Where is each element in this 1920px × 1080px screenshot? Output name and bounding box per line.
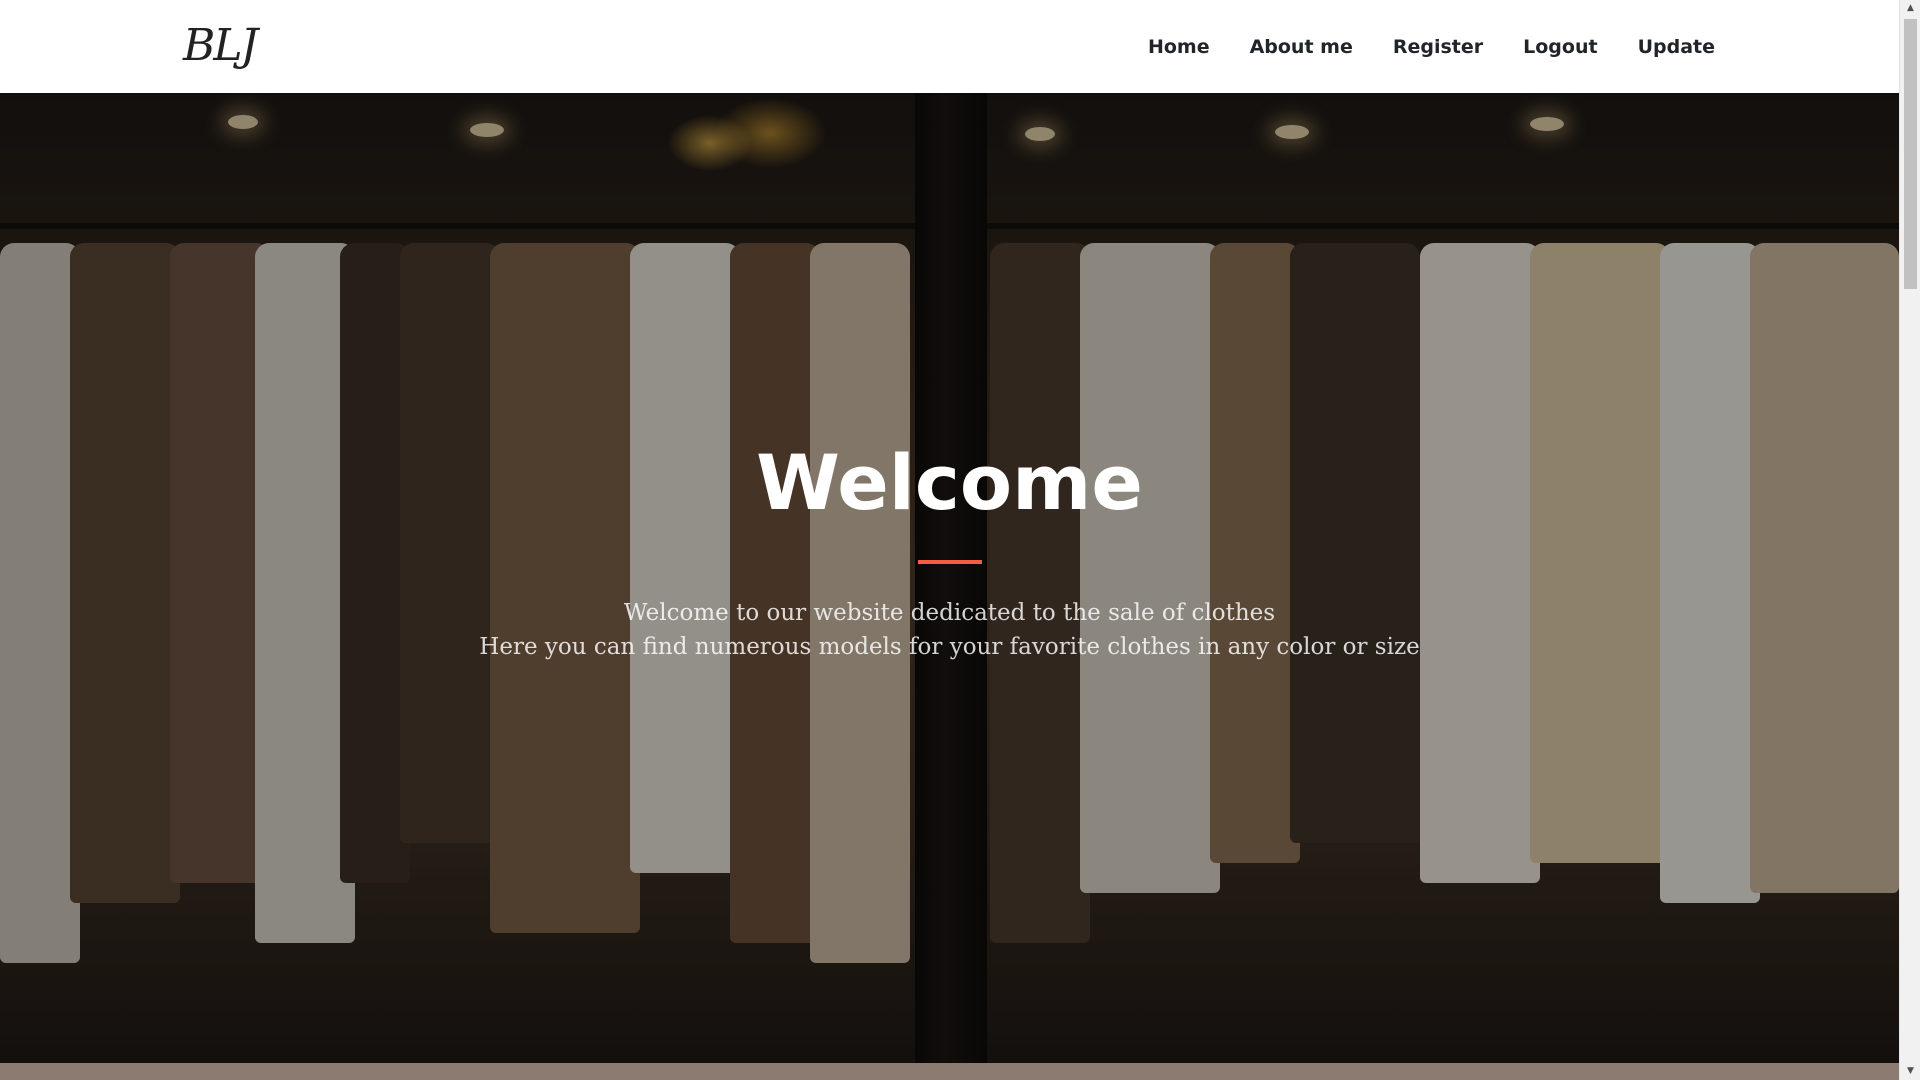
nav-link-register[interactable]: Register xyxy=(1393,36,1483,58)
hero-description-line-2: Here you can find numerous models for yo… xyxy=(479,634,1420,660)
vertical-scrollbar[interactable]: ▲ ▼ xyxy=(1899,0,1920,1080)
next-section-edge xyxy=(0,1063,1899,1080)
triangle-down-icon[interactable]: ▼ xyxy=(1900,1063,1920,1080)
brand-logo[interactable]: BLJ xyxy=(183,18,288,74)
navbar: BLJ Home About me Register Logout Update xyxy=(0,0,1899,93)
nav-link-home[interactable]: Home xyxy=(1148,36,1210,58)
hero-content: Welcome Welcome to our website dedicated… xyxy=(0,93,1899,1063)
nav-link-logout[interactable]: Logout xyxy=(1523,36,1597,58)
hero-description: Welcome to our website dedicated to the … xyxy=(479,596,1419,664)
nav-link-about-me[interactable]: About me xyxy=(1250,36,1353,58)
hero-description-line-1: Welcome to our website dedicated to the … xyxy=(623,600,1276,626)
hero-section: Welcome Welcome to our website dedicated… xyxy=(0,93,1899,1063)
hero-divider xyxy=(917,560,982,564)
scrollbar-thumb[interactable] xyxy=(1904,19,1917,289)
nav-links: Home About me Register Logout Update xyxy=(1108,0,1715,93)
hero-title: Welcome xyxy=(756,438,1143,527)
triangle-up-icon[interactable]: ▲ xyxy=(1900,0,1920,17)
nav-link-update[interactable]: Update xyxy=(1638,36,1715,58)
